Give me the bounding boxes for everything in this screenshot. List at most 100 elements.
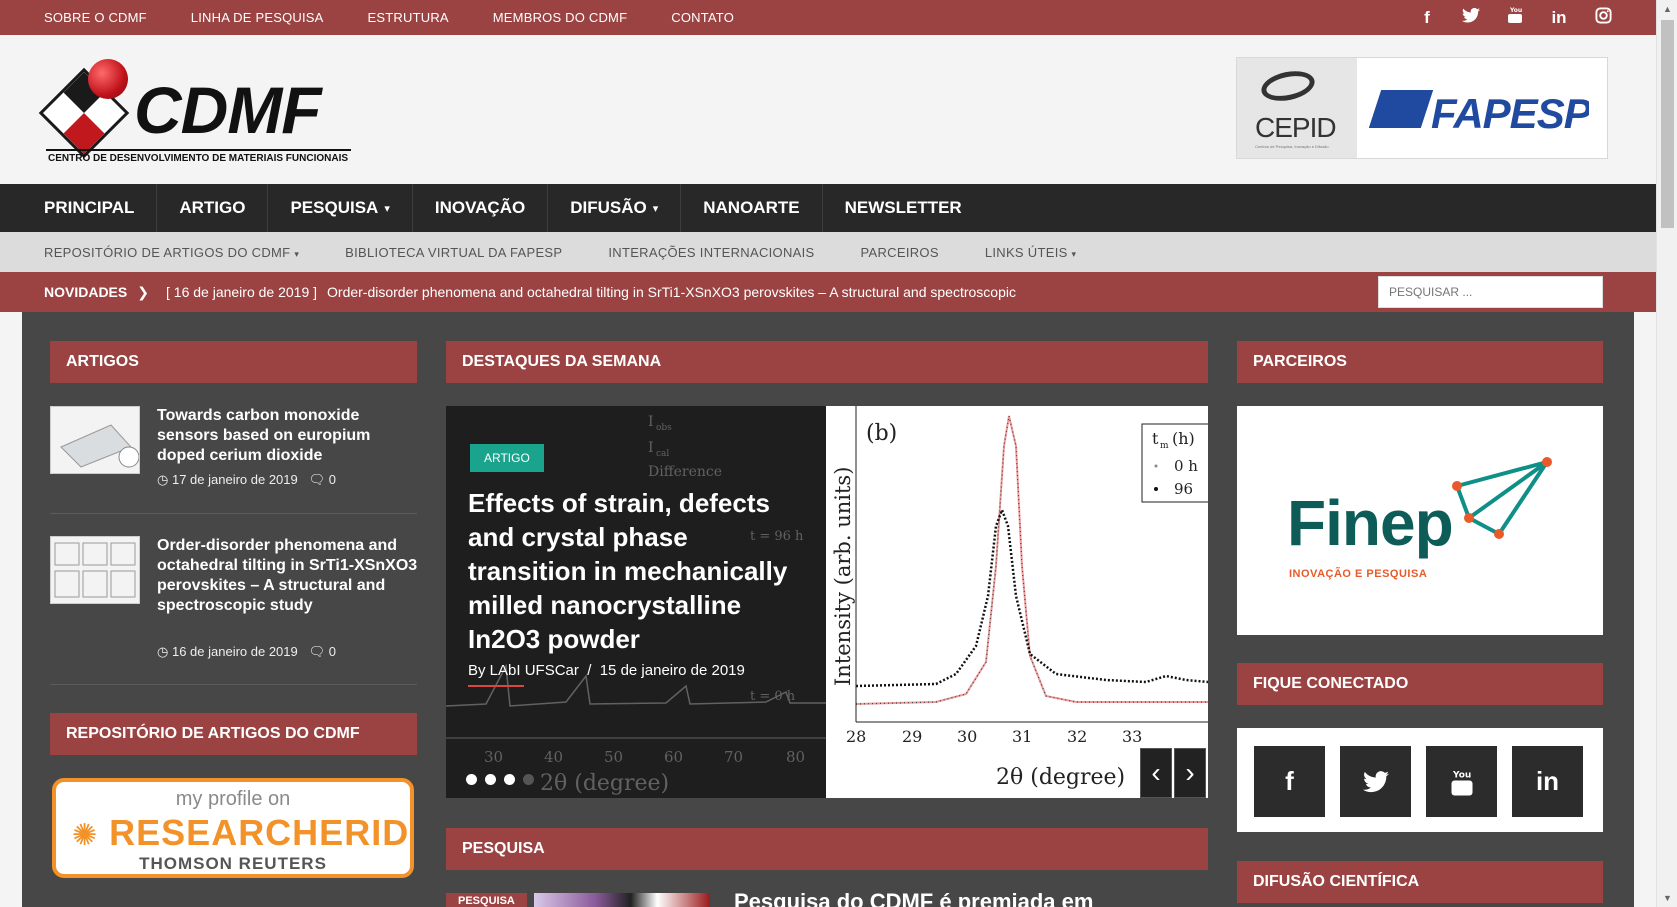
cdmf-logo[interactable]: CDMF CENTRO DE DESENVOLVIMENTO DE MATERI… [38,59,356,167]
ticker-label-text: NOVIDADES [44,284,128,300]
top-link-linha[interactable]: LINHA DE PESQUISA [191,10,324,25]
svg-text:I: I [648,414,654,430]
main-nav: PRINCIPAL ARTIGO PESQUISA ▾ INOVAÇÃO DIFU… [0,184,1656,232]
subnav-label: PARCEIROS [860,244,939,260]
ticker-date: [ 16 de janeiro de 2019 ] [166,284,318,300]
top-link-membros[interactable]: MEMBROS DO CDMF [493,10,627,25]
article-thumbnail[interactable] [50,406,140,474]
bg-legend-obs: obs [656,423,672,433]
ticker-headline[interactable]: [ 16 de janeiro de 2019 ] Order-disorder … [166,272,1016,312]
researcherid-badge[interactable]: my profile on ✺ RESEARCHERID THOMSON REU… [52,778,414,878]
top-bar: SOBRE O CDMF LINHA DE PESQUISA ESTRUTURA… [0,0,1656,35]
partner-finep-logo[interactable]: Finep INOVAÇÃO E PESQUISA [1237,406,1603,635]
section-pesquisa-header: PESQUISA [446,828,1208,870]
article-date: 16 de janeiro de 2019 [171,644,298,659]
twitter-icon[interactable] [1340,746,1411,817]
rid-line2-text: RESEARCHERID [109,812,410,853]
slider-dot[interactable] [523,774,534,785]
bg-x-tick: 50 [604,748,623,766]
slide-accent-line [468,685,524,687]
subnav-links-uteis[interactable]: LINKS ÚTEIS ▾ [985,245,1077,260]
slider-next-button[interactable]: › [1174,748,1206,798]
post-title[interactable]: Pesquisa do CDMF é premiada em [734,889,1093,907]
bg-x-tick: 80 [786,748,805,766]
nav-label: PRINCIPAL [44,198,135,217]
post-category-tag[interactable]: PESQUISA [446,893,527,907]
article-meta: ◷ 17 de janeiro de 2019 🗨 0 [157,472,336,488]
top-link-contato[interactable]: CONTATO [671,10,734,25]
slider-dot[interactable] [485,774,496,785]
figure-xlabel: 2θ (degree) [996,765,1125,790]
nav-nanoarte[interactable]: NANOARTE [681,184,823,232]
nav-label: PESQUISA [290,198,379,217]
post-thumbnail[interactable] [534,893,710,907]
nav-difusao[interactable]: DIFUSÃO ▾ [548,184,682,232]
subnav-biblioteca[interactable]: BIBLIOTECA VIRTUAL DA FAPESP [345,245,562,260]
subnav-interacoes[interactable]: INTERAÇÕES INTERNACIONAIS [608,245,814,260]
svg-text:You: You [1452,770,1471,780]
search-input[interactable] [1378,276,1603,308]
youtube-icon[interactable]: You [1506,6,1524,29]
linkedin-icon[interactable]: in [1550,8,1568,28]
x-tick: 29 [902,727,922,746]
nav-artigo[interactable]: ARTIGO [157,184,269,232]
slider-dot[interactable] [466,774,477,785]
ticker-title: Order-disorder phenomena and octahedral … [327,284,1016,300]
figure-panel-label: (b) [866,421,897,446]
slider-prev-button[interactable]: ‹ [1140,748,1172,798]
instagram-icon[interactable] [1594,6,1612,29]
x-tick: 31 [1012,727,1032,746]
slide-author[interactable]: By LAbI UFSCar [468,662,579,679]
article-thumbnail[interactable] [50,536,140,604]
svg-text:I: I [648,440,654,456]
scrollbar-thumb[interactable] [1661,20,1674,228]
section-repositorio-header: REPOSITÓRIO DE ARTIGOS DO CDMF [50,713,417,755]
nav-pesquisa[interactable]: PESQUISA ▾ [268,184,413,232]
twitter-icon[interactable] [1462,7,1480,28]
nav-inovacao[interactable]: INOVAÇÃO [413,184,549,232]
subnav-repositorio[interactable]: REPOSITÓRIO DE ARTIGOS DO CDMF ▾ [44,245,299,260]
legend-item: 96 [1174,480,1193,498]
article-comments[interactable]: 0 [329,644,336,659]
logo-tagline: CENTRO DE DESENVOLVIMENTO DE MATERIAIS F… [48,153,349,164]
clock-icon: ◷ [157,644,169,659]
sponsor-banner[interactable]: CEPID Centros de Pesquisa, Inovação e Di… [1236,57,1608,159]
article-item[interactable]: Order-disorder phenomena and octahedral … [50,536,417,666]
slide-date: 15 de janeiro de 2019 [599,662,745,679]
top-link-sobre[interactable]: SOBRE O CDMF [44,10,147,25]
chevron-down-icon: ▾ [294,248,300,259]
top-link-estrutura[interactable]: ESTRUTURA [368,10,449,25]
facebook-icon[interactable]: f [1418,8,1436,28]
x-tick: 30 [957,727,977,746]
logo-sphere-icon [88,59,128,99]
news-ticker: NOVIDADES ❯ [ 16 de janeiro de 2019 ] Orde… [0,272,1656,312]
article-date: 17 de janeiro de 2019 [171,472,298,487]
scroll-up-icon[interactable]: ▲ [1657,4,1677,14]
featured-slider[interactable]: Iobs Ical Difference t = 96 h t = 0 h 30… [446,406,1208,798]
article-title[interactable]: Order-disorder phenomena and octahedral … [157,536,419,616]
slide-title[interactable]: Effects of strain, defects and crystal p… [468,486,808,656]
x-tick: 32 [1067,727,1087,746]
bg-legend-diff: Difference [648,464,722,480]
article-title[interactable]: Towards carbon monoxide sensors based on… [157,406,419,466]
article-comments[interactable]: 0 [329,472,336,487]
nav-newsletter[interactable]: NEWSLETTER [823,184,984,232]
nav-principal[interactable]: PRINCIPAL [22,184,158,232]
chevron-down-icon: ▾ [1071,248,1077,259]
facebook-icon[interactable]: f [1254,746,1325,817]
linkedin-icon[interactable]: in [1512,746,1583,817]
youtube-icon[interactable]: You [1426,746,1497,817]
bg-x-tick: 70 [724,748,743,766]
bg-legend-cal: cal [656,449,669,459]
slider-dot-active[interactable] [504,774,515,785]
cepid-logo: CEPID Centros de Pesquisa, Inovação e Di… [1237,58,1357,158]
social-connect-panel: f You in [1237,728,1603,832]
site-header: CDMF CENTRO DE DESENVOLVIMENTO DE MATERI… [0,35,1656,184]
page-scrollbar[interactable]: ▲ ▼ [1656,0,1677,907]
article-item[interactable]: Towards carbon monoxide sensors based on… [50,406,419,488]
slide-category-tag[interactable]: ARTIGO [470,444,544,472]
subnav-parceiros[interactable]: PARCEIROS [861,245,939,260]
rid-swirl-icon: ✺ [72,819,99,852]
scroll-down-icon[interactable]: ▼ [1657,893,1677,903]
slider-pagination [466,774,534,785]
